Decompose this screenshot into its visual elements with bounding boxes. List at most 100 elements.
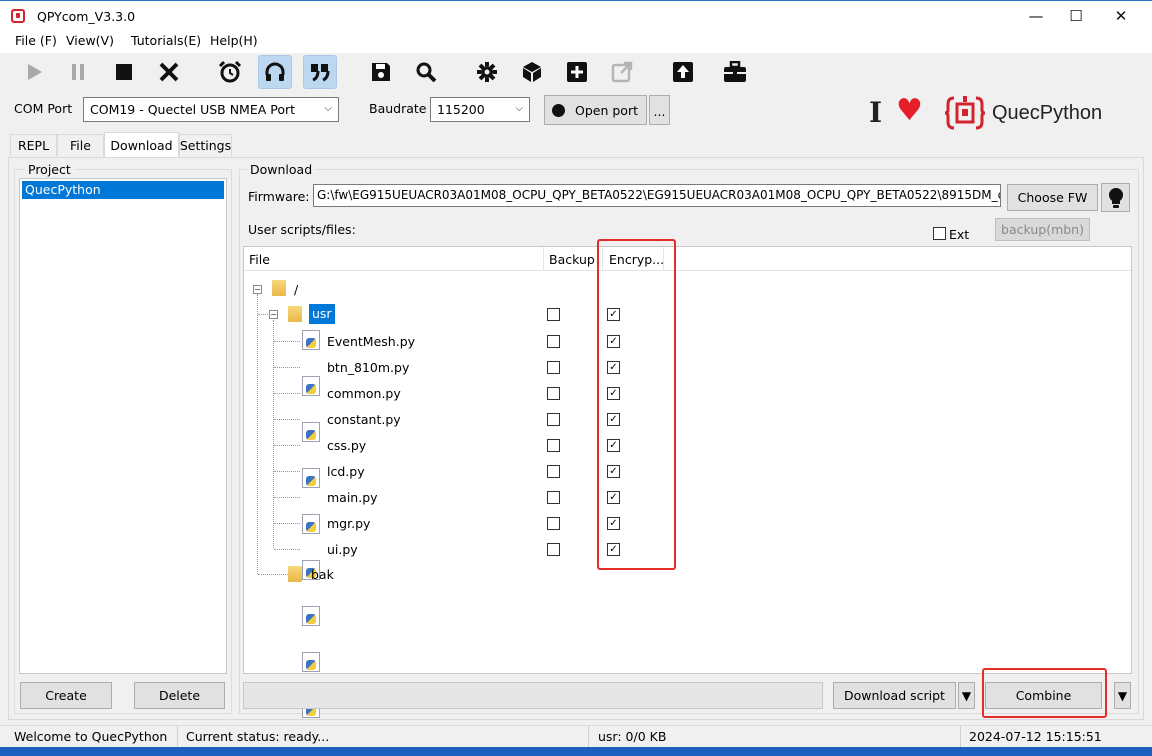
tree-line [258, 574, 288, 575]
open-port-label: Open port [575, 102, 638, 118]
root-folder-label[interactable]: / [294, 282, 298, 297]
status-divider [588, 725, 589, 747]
alarm-clock-icon[interactable] [213, 55, 247, 89]
tab-settings[interactable]: Settings [179, 134, 232, 156]
backup-checkbox[interactable] [547, 387, 560, 400]
close-window-button[interactable]: ✕ [1098, 1, 1144, 31]
collapse-toggle[interactable]: − [253, 285, 262, 294]
progress-bar [243, 682, 823, 709]
pause-icon[interactable] [61, 55, 95, 89]
search-icon[interactable] [409, 55, 443, 89]
column-divider [543, 247, 544, 271]
menu-tutorials[interactable]: Tutorials(E) [131, 33, 201, 48]
file-name[interactable]: css.py [327, 438, 366, 453]
cube-icon[interactable] [515, 55, 549, 89]
download-script-dropdown[interactable]: ▼ [958, 682, 975, 709]
file-name[interactable]: main.py [327, 490, 378, 505]
backup-checkbox[interactable] [547, 413, 560, 426]
tab-download[interactable]: Download [104, 132, 179, 158]
headset-icon[interactable] [258, 55, 292, 89]
external-link-icon[interactable] [605, 55, 639, 89]
toolbox-icon[interactable] [718, 55, 752, 89]
file-tree [243, 246, 1132, 674]
backup-checkbox[interactable] [547, 491, 560, 504]
create-button[interactable]: Create [20, 682, 112, 709]
menu-view[interactable]: View(V) [66, 33, 114, 48]
lightbulb-icon[interactable] [1101, 183, 1130, 212]
gear-icon[interactable] [470, 55, 504, 89]
upload-icon[interactable] [666, 55, 700, 89]
stop-icon[interactable] [107, 55, 141, 89]
backup-checkbox[interactable] [547, 335, 560, 348]
ext-checkbox[interactable] [933, 227, 946, 240]
chevron-down-icon: ⌵ [324, 103, 332, 114]
close-icon[interactable] [152, 55, 186, 89]
file-name[interactable]: btn_810m.py [327, 360, 409, 375]
column-header-backup[interactable]: Backup [549, 252, 595, 267]
tree-line [274, 497, 300, 498]
open-port-button[interactable]: Open port [544, 95, 647, 125]
backup-checkbox[interactable] [547, 439, 560, 452]
tree-line [274, 445, 300, 446]
baudrate-select[interactable]: 115200 ⌵ [430, 97, 530, 122]
tree-line [274, 393, 300, 394]
python-file-icon [302, 468, 320, 488]
usr-folder-label[interactable]: usr [309, 304, 335, 324]
quote-icon[interactable] [303, 55, 337, 89]
backup-checkbox[interactable] [547, 308, 560, 321]
record-icon [552, 103, 565, 117]
status-welcome: Welcome to QuecPython [14, 729, 168, 744]
tab-repl[interactable]: REPL [10, 134, 57, 156]
app-icon [11, 9, 25, 23]
tree-line [274, 549, 300, 550]
column-header-file[interactable]: File [249, 252, 270, 267]
com-port-select[interactable]: COM19 - Quectel USB NMEA Port ⌵ [83, 97, 339, 122]
python-file-icon [302, 376, 320, 396]
tree-line [274, 523, 300, 524]
download-script-button[interactable]: Download script [833, 682, 956, 709]
quecpython-logo-icon [944, 94, 986, 135]
menu-help[interactable]: Help(H) [210, 33, 258, 48]
maximize-button[interactable]: ☐ [1053, 1, 1099, 31]
window-title: QPYcom_V3.3.0 [37, 9, 136, 24]
project-item[interactable]: QuecPython [22, 181, 224, 199]
plus-icon[interactable] [560, 55, 594, 89]
user-scripts-label: User scripts/files: [248, 222, 356, 237]
file-name[interactable]: ui.py [327, 542, 358, 557]
taskbar-strip [0, 747, 1152, 756]
download-legend: Download [247, 162, 316, 177]
heart-icon: ♥ [896, 93, 923, 128]
firmware-label: Firmware: [248, 189, 310, 204]
file-name[interactable]: common.py [327, 386, 401, 401]
bak-folder-label[interactable]: bak [311, 567, 334, 582]
ext-label: Ext [949, 227, 970, 242]
collapse-toggle[interactable]: − [269, 310, 278, 319]
file-name[interactable]: constant.py [327, 412, 401, 427]
tree-line [273, 320, 274, 548]
com-port-label: COM Port [14, 101, 73, 116]
backup-checkbox[interactable] [547, 517, 560, 530]
backup-mbn-button[interactable]: backup(mbn) [995, 218, 1090, 241]
tree-line [274, 341, 300, 342]
status-divider [960, 725, 961, 747]
file-name[interactable]: EventMesh.py [327, 334, 415, 349]
status-current: Current status: ready... [186, 729, 330, 744]
backup-checkbox[interactable] [547, 465, 560, 478]
choose-fw-button[interactable]: Choose FW [1007, 184, 1098, 211]
play-icon[interactable] [17, 55, 51, 89]
backup-checkbox[interactable] [547, 361, 560, 374]
file-name[interactable]: mgr.py [327, 516, 370, 531]
menu-file[interactable]: File (F) [15, 33, 57, 48]
tab-file[interactable]: File [57, 134, 104, 156]
backup-checkbox[interactable] [547, 543, 560, 556]
combine-dropdown[interactable]: ▼ [1114, 682, 1131, 709]
file-name[interactable]: lcd.py [327, 464, 365, 479]
firmware-path-input[interactable]: G:\fw\EG915UEUACR03A01M08_OCPU_QPY_BETA0… [313, 184, 1001, 207]
save-icon[interactable] [364, 55, 398, 89]
status-divider [177, 725, 178, 747]
file-tree-header [244, 247, 1131, 271]
delete-button[interactable]: Delete [134, 682, 225, 709]
status-time: 2024-07-12 15:15:51 [969, 729, 1102, 744]
project-list: QuecPython [19, 178, 227, 674]
more-button[interactable]: ... [649, 95, 670, 125]
